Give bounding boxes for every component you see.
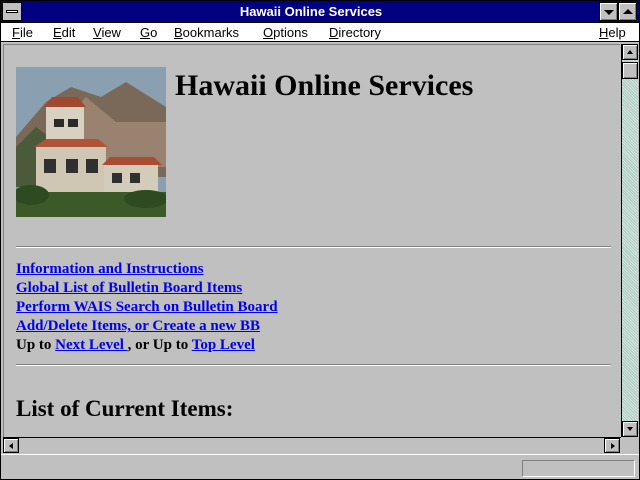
link-top-level[interactable]: Top Level xyxy=(192,337,255,353)
vertical-scrollbar[interactable] xyxy=(621,44,638,437)
list-item: Add/Delete Items, or Create a new BB xyxy=(16,317,278,336)
building-photo xyxy=(16,67,166,217)
menu-help[interactable]: Help xyxy=(599,25,626,40)
nav-line: Up to Next Level , or Up to Top Level xyxy=(16,337,255,353)
scroll-up-button[interactable] xyxy=(622,44,638,60)
progress-box xyxy=(522,460,635,477)
divider xyxy=(16,364,611,366)
menu-edit[interactable]: Edit xyxy=(53,25,75,40)
system-menu-icon[interactable] xyxy=(2,2,22,21)
link-global-list[interactable]: Global List of Bulletin Board Items xyxy=(16,280,242,296)
list-item: Information and Instructions xyxy=(16,260,278,279)
scroll-thumb[interactable] xyxy=(622,62,638,79)
menu-options[interactable]: Options xyxy=(263,25,308,40)
menu-view[interactable]: View xyxy=(93,25,121,40)
divider xyxy=(16,246,611,248)
link-list: Information and Instructions Global List… xyxy=(16,260,278,355)
status-text xyxy=(5,459,515,476)
list-item: Perform WAIS Search on Bulletin Board xyxy=(16,298,278,317)
status-bar xyxy=(1,454,639,479)
list-item: Global List of Bulletin Board Items xyxy=(16,279,278,298)
menu-directory[interactable]: Directory xyxy=(329,25,381,40)
maximize-icon[interactable] xyxy=(618,2,637,21)
menu-file[interactable]: File xyxy=(12,25,33,40)
menu-go[interactable]: Go xyxy=(140,25,157,40)
section-heading: List of Current Items: xyxy=(16,396,234,421)
title-bar: Hawaii Online Services xyxy=(1,1,639,23)
page-content: Hawaii Online Services Information and I… xyxy=(3,44,620,437)
window-title: Hawaii Online Services xyxy=(239,4,383,19)
scrollbar-corner xyxy=(621,437,638,453)
menu-bookmarks[interactable]: Bookmarks xyxy=(174,25,239,40)
minimize-icon[interactable] xyxy=(599,2,618,21)
link-next-level[interactable]: Next Level xyxy=(55,337,127,353)
link-add-delete-items[interactable]: Add/Delete Items, or Create a new BB xyxy=(16,318,260,334)
scroll-down-button[interactable] xyxy=(622,421,638,437)
browser-window: Hawaii Online Services File Edit View Go… xyxy=(0,0,640,480)
scroll-right-button[interactable] xyxy=(604,438,620,453)
page-title: Hawaii Online Services xyxy=(175,69,474,102)
link-information-instructions[interactable]: Information and Instructions xyxy=(16,261,204,277)
menu-bar: File Edit View Go Bookmarks Options Dire… xyxy=(1,23,639,42)
link-wais-search[interactable]: Perform WAIS Search on Bulletin Board xyxy=(16,299,278,315)
horizontal-scrollbar[interactable] xyxy=(3,437,621,453)
scroll-left-button[interactable] xyxy=(3,438,19,453)
